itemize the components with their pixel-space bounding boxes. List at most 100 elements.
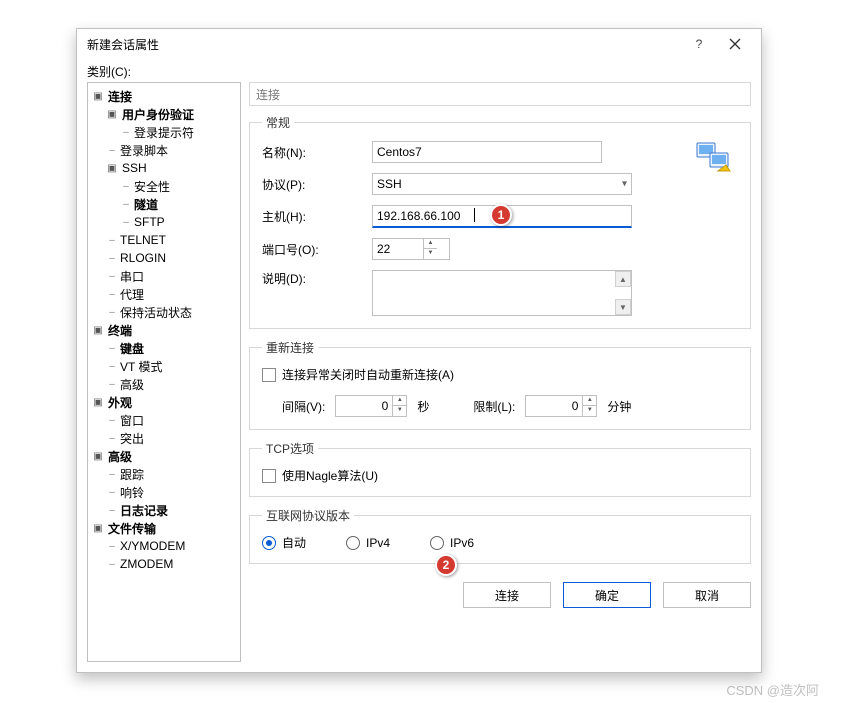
tree-advanced[interactable]: ▣高级 <box>92 447 238 465</box>
leaf-icon: – <box>106 415 118 426</box>
limit-spinner[interactable]: ▲ ▼ <box>525 395 597 417</box>
collapse-icon: ▣ <box>106 163 118 174</box>
connect-button[interactable]: 连接 <box>463 582 551 608</box>
legend-reconnect: 重新连接 <box>262 339 318 356</box>
auto-reconnect-label: 连接异常关闭时自动重新连接(A) <box>282 366 454 383</box>
tree-sftp[interactable]: –SFTP <box>120 213 238 231</box>
ok-button[interactable]: 确定 <box>563 582 651 608</box>
tree-tunnel[interactable]: –隧道 <box>120 195 238 213</box>
tree-keepalive[interactable]: –保持活动状态 <box>106 303 238 321</box>
label-desc: 说明(D): <box>262 270 372 287</box>
label-limit: 限制(L): <box>473 398 515 415</box>
tree-rlogin[interactable]: –RLOGIN <box>106 249 238 267</box>
tree-proxy[interactable]: –代理 <box>106 285 238 303</box>
collapse-icon: ▣ <box>92 91 104 102</box>
scroll-up-icon[interactable]: ▲ <box>615 271 631 287</box>
tree-terminal[interactable]: ▣终端 <box>92 321 238 339</box>
help-icon: ? <box>696 37 703 51</box>
leaf-icon: – <box>106 487 118 498</box>
label-name: 名称(N): <box>262 144 372 161</box>
leaf-icon: – <box>120 199 132 210</box>
tree-window[interactable]: –窗口 <box>106 411 238 429</box>
right-panel: 连接 常规 名称(N): <box>249 82 751 662</box>
port-input[interactable] <box>373 239 423 259</box>
arrow-up-icon: ▲ <box>583 396 596 406</box>
tree-serial[interactable]: –串口 <box>106 267 238 285</box>
chevron-down-icon: ▾ <box>622 179 627 190</box>
tree-ssh[interactable]: ▣SSH <box>106 159 238 177</box>
radio-auto[interactable]: 自动 <box>262 534 306 551</box>
arrow-up-icon: ▲ <box>424 239 437 249</box>
label-interval: 间隔(V): <box>282 398 325 415</box>
tree-login-prompt[interactable]: –登录提示符 <box>120 123 238 141</box>
titlebar: 新建会话属性 ? <box>77 29 761 59</box>
collapse-icon: ▣ <box>92 397 104 408</box>
connection-icon <box>696 141 732 178</box>
checkbox-icon <box>262 368 276 382</box>
radio-ipv4[interactable]: IPv4 <box>346 536 390 550</box>
name-input[interactable] <box>372 141 602 163</box>
leaf-icon: – <box>120 127 132 138</box>
checkbox-icon <box>262 469 276 483</box>
label-port: 端口号(O): <box>262 241 372 258</box>
window-title: 新建会话属性 <box>87 36 681 53</box>
tree-connection[interactable]: ▣连接 <box>92 87 238 105</box>
tree-user-auth[interactable]: ▣用户身份验证 <box>106 105 238 123</box>
leaf-icon: – <box>120 181 132 192</box>
leaf-icon: – <box>120 217 132 228</box>
text-caret <box>474 208 475 222</box>
panels: ▣连接 ▣用户身份验证 –登录提示符 –登录脚本 ▣SSH <box>87 82 751 662</box>
cancel-button[interactable]: 取消 <box>663 582 751 608</box>
tree-file-transfer[interactable]: ▣文件传输 <box>92 519 238 537</box>
leaf-icon: – <box>106 505 118 516</box>
tree-bell[interactable]: –响铃 <box>106 483 238 501</box>
leaf-icon: – <box>106 559 118 570</box>
watermark: CSDN @造次阿 <box>726 680 819 699</box>
radio-ipv6[interactable]: IPv6 <box>430 536 474 550</box>
tree-appearance[interactable]: ▣外观 <box>92 393 238 411</box>
spinner-arrows[interactable]: ▲ ▼ <box>423 239 437 259</box>
spinner-arrows[interactable]: ▲ ▼ <box>582 396 596 416</box>
spinner-arrows[interactable]: ▲ ▼ <box>392 396 406 416</box>
leaf-icon: – <box>106 379 118 390</box>
leaf-icon: – <box>106 145 118 156</box>
port-spinner[interactable]: ▲ ▼ <box>372 238 450 260</box>
group-general: 常规 名称(N): <box>249 114 751 329</box>
scroll-down-icon[interactable]: ▼ <box>615 299 631 315</box>
tree-logging[interactable]: –日志记录 <box>106 501 238 519</box>
arrow-down-icon: ▼ <box>424 249 437 259</box>
auto-reconnect-checkbox[interactable]: 连接异常关闭时自动重新连接(A) <box>262 366 738 383</box>
nagle-checkbox[interactable]: 使用Nagle算法(U) <box>262 467 738 484</box>
tree-vt-mode[interactable]: –VT 模式 <box>106 357 238 375</box>
collapse-icon: ▣ <box>106 109 118 120</box>
tree-xymodem[interactable]: –X/YMODEM <box>106 537 238 555</box>
leaf-icon: – <box>106 289 118 300</box>
tree-trace[interactable]: –跟踪 <box>106 465 238 483</box>
radio-icon <box>430 536 444 550</box>
leaf-icon: – <box>106 433 118 444</box>
label-host: 主机(H): <box>262 208 372 225</box>
page-title: 连接 <box>249 82 751 106</box>
tree-login-script[interactable]: –登录脚本 <box>106 141 238 159</box>
category-tree[interactable]: ▣连接 ▣用户身份验证 –登录提示符 –登录脚本 ▣SSH <box>87 82 241 662</box>
arrow-down-icon: ▼ <box>583 406 596 416</box>
tree-telnet[interactable]: –TELNET <box>106 231 238 249</box>
description-textarea[interactable]: ▲ ▼ <box>372 270 632 316</box>
leaf-icon: – <box>106 541 118 552</box>
collapse-icon: ▣ <box>92 451 104 462</box>
tree-zmodem[interactable]: –ZMODEM <box>106 555 238 573</box>
close-button[interactable] <box>717 31 753 57</box>
tree-security[interactable]: –安全性 <box>120 177 238 195</box>
help-button[interactable]: ? <box>681 31 717 57</box>
protocol-value: SSH <box>377 177 402 191</box>
interval-spinner[interactable]: ▲ ▼ <box>335 395 407 417</box>
limit-input[interactable] <box>526 396 582 416</box>
annotation-badge-2: 2 <box>435 554 457 576</box>
interval-input[interactable] <box>336 396 392 416</box>
radio-icon <box>262 536 276 550</box>
label-minutes: 分钟 <box>607 398 631 415</box>
tree-highlight[interactable]: –突出 <box>106 429 238 447</box>
tree-keyboard[interactable]: –键盘 <box>106 339 238 357</box>
tree-advanced-term[interactable]: –高级 <box>106 375 238 393</box>
protocol-select[interactable]: SSH ▾ <box>372 173 632 195</box>
